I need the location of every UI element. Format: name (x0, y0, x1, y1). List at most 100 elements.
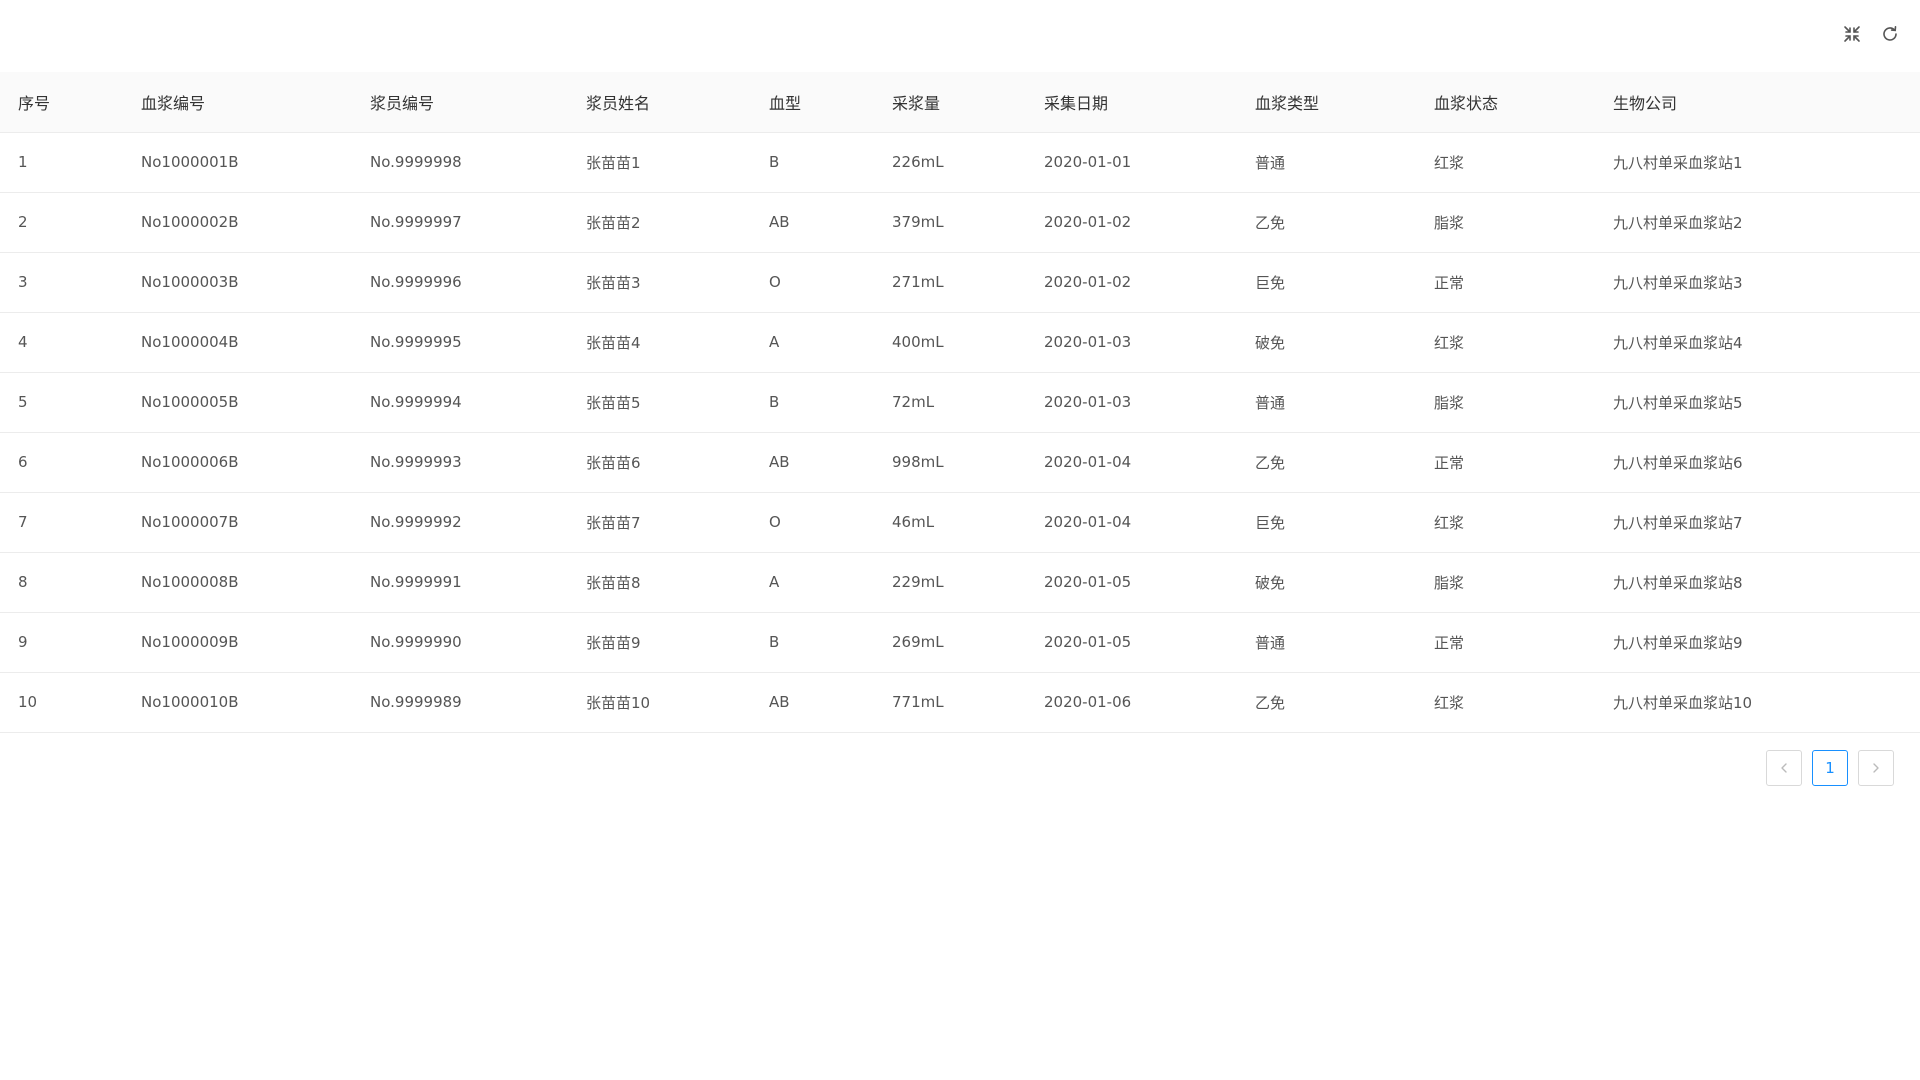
table-row[interactable]: 9 No1000009B No.9999990 张苗苗9 B 269mL 2020-01-0… (0, 612, 1920, 673)
cell-company: 九八村单采血浆站5 (1595, 372, 1920, 433)
column-header-volume[interactable]: 采浆量 (874, 72, 1026, 133)
cell-company: 九八村单采血浆站8 (1595, 552, 1920, 613)
cell-index: 2 (0, 192, 123, 253)
cell-index: 6 (0, 432, 123, 493)
cell-plasma-type: 乙免 (1237, 432, 1416, 493)
table-row[interactable]: 4 No1000004B No.9999995 张苗苗4 A 400mL 2020-01-0… (0, 312, 1920, 373)
cell-plasma-status: 脂浆 (1416, 552, 1595, 613)
column-header-company[interactable]: 生物公司 (1595, 72, 1920, 133)
cell-collect-date: 2020-01-06 (1026, 672, 1237, 733)
table-row[interactable]: 2 No1000002B No.9999997 张苗苗2 AB 379mL 2020-01-… (0, 192, 1920, 253)
column-header-donor-name[interactable]: 浆员姓名 (568, 72, 751, 133)
table-body: 1 No1000001B No.9999998 张苗苗1 B 226mL 2020-01-0… (0, 132, 1920, 733)
cell-donor-id: No.9999992 (352, 492, 568, 553)
cell-plasma-status: 脂浆 (1416, 192, 1595, 253)
cell-donor-id: No.9999993 (352, 432, 568, 493)
prev-page-button[interactable] (1766, 750, 1802, 786)
cell-plasma-type: 普通 (1237, 372, 1416, 433)
cell-donor-id: No.9999990 (352, 612, 568, 673)
cell-donor-id: No.9999995 (352, 312, 568, 373)
next-page-button[interactable] (1858, 750, 1894, 786)
cell-plasma-type: 破免 (1237, 552, 1416, 613)
cell-volume: 771mL (874, 672, 1026, 733)
column-header-plasma-type[interactable]: 血浆类型 (1237, 72, 1416, 133)
cell-plasma-type: 普通 (1237, 132, 1416, 193)
cell-collect-date: 2020-01-03 (1026, 372, 1237, 433)
table-row[interactable]: 8 No1000008B No.9999991 张苗苗8 A 229mL 2020-01-0… (0, 552, 1920, 613)
column-header-donor-id[interactable]: 浆员编号 (352, 72, 568, 133)
cell-plasma-status: 正常 (1416, 612, 1595, 673)
exit-fullscreen-button[interactable] (1840, 22, 1864, 46)
cell-volume: 379mL (874, 192, 1026, 253)
chevron-right-icon (1873, 763, 1879, 773)
cell-company: 九八村单采血浆站1 (1595, 132, 1920, 193)
cell-plasma-id: No1000006B (123, 432, 352, 493)
refresh-button[interactable] (1878, 22, 1902, 46)
cell-company: 九八村单采血浆站7 (1595, 492, 1920, 553)
table-row[interactable]: 6 No1000006B No.9999993 张苗苗6 AB 998mL 2020-01-… (0, 432, 1920, 493)
cell-collect-date: 2020-01-03 (1026, 312, 1237, 373)
cell-volume: 72mL (874, 372, 1026, 433)
plasma-table: 序号 血浆编号 浆员编号 浆员姓名 血型 采浆量 采集日期 血浆类型 血浆状态 … (0, 72, 1920, 733)
cell-collect-date: 2020-01-02 (1026, 252, 1237, 313)
cell-collect-date: 2020-01-04 (1026, 432, 1237, 493)
cell-plasma-status: 红浆 (1416, 492, 1595, 553)
cell-donor-name: 张苗苗5 (568, 372, 751, 433)
column-header-plasma-status[interactable]: 血浆状态 (1416, 72, 1595, 133)
cell-blood-type: A (751, 312, 874, 373)
table-row[interactable]: 10 No1000010B No.9999989 张苗苗10 AB 771mL 2020-0… (0, 672, 1920, 733)
cell-volume: 46mL (874, 492, 1026, 553)
cell-plasma-type: 巨免 (1237, 492, 1416, 553)
column-header-plasma-id[interactable]: 血浆编号 (123, 72, 352, 133)
compress-icon (1844, 26, 1860, 42)
cell-donor-name: 张苗苗10 (568, 672, 751, 733)
cell-donor-name: 张苗苗1 (568, 132, 751, 193)
table-row[interactable]: 5 No1000005B No.9999994 张苗苗5 B 72mL 2020-01-03… (0, 372, 1920, 433)
cell-donor-id: No.9999996 (352, 252, 568, 313)
cell-collect-date: 2020-01-02 (1026, 192, 1237, 253)
cell-index: 3 (0, 252, 123, 313)
cell-donor-id: No.9999991 (352, 552, 568, 613)
cell-donor-name: 张苗苗3 (568, 252, 751, 313)
cell-blood-type: AB (751, 672, 874, 733)
column-header-blood-type[interactable]: 血型 (751, 72, 874, 133)
cell-blood-type: O (751, 492, 874, 553)
table-row[interactable]: 7 No1000007B No.9999992 张苗苗7 O 46mL 2020-01-04… (0, 492, 1920, 553)
cell-donor-name: 张苗苗2 (568, 192, 751, 253)
table-toolbar (1840, 22, 1902, 46)
cell-donor-name: 张苗苗7 (568, 492, 751, 553)
cell-plasma-status: 红浆 (1416, 132, 1595, 193)
cell-donor-name: 张苗苗4 (568, 312, 751, 373)
cell-volume: 269mL (874, 612, 1026, 673)
page-number-button[interactable]: 1 (1812, 750, 1848, 786)
cell-company: 九八村单采血浆站10 (1595, 672, 1920, 733)
refresh-icon (1883, 26, 1897, 41)
cell-plasma-id: No1000004B (123, 312, 352, 373)
cell-collect-date: 2020-01-04 (1026, 492, 1237, 553)
cell-plasma-status: 正常 (1416, 432, 1595, 493)
data-table-container: 序号 血浆编号 浆员编号 浆员姓名 血型 采浆量 采集日期 血浆类型 血浆状态 … (0, 72, 1920, 733)
column-header-index[interactable]: 序号 (0, 72, 123, 133)
cell-donor-id: No.9999989 (352, 672, 568, 733)
cell-plasma-status: 红浆 (1416, 312, 1595, 373)
cell-blood-type: B (751, 612, 874, 673)
cell-plasma-id: No1000008B (123, 552, 352, 613)
cell-volume: 271mL (874, 252, 1026, 313)
cell-index: 7 (0, 492, 123, 553)
cell-collect-date: 2020-01-01 (1026, 132, 1237, 193)
table-row[interactable]: 1 No1000001B No.9999998 张苗苗1 B 226mL 2020-01-0… (0, 132, 1920, 193)
cell-blood-type: O (751, 252, 874, 313)
cell-index: 10 (0, 672, 123, 733)
cell-plasma-id: No1000001B (123, 132, 352, 193)
cell-index: 8 (0, 552, 123, 613)
cell-company: 九八村单采血浆站6 (1595, 432, 1920, 493)
cell-plasma-type: 破免 (1237, 312, 1416, 373)
cell-donor-name: 张苗苗6 (568, 432, 751, 493)
table-row[interactable]: 3 No1000003B No.9999996 张苗苗3 O 271mL 2020-01-0… (0, 252, 1920, 313)
cell-donor-id: No.9999997 (352, 192, 568, 253)
column-header-collect-date[interactable]: 采集日期 (1026, 72, 1237, 133)
cell-donor-id: No.9999994 (352, 372, 568, 433)
cell-index: 9 (0, 612, 123, 673)
cell-plasma-type: 乙免 (1237, 192, 1416, 253)
cell-plasma-status: 脂浆 (1416, 372, 1595, 433)
